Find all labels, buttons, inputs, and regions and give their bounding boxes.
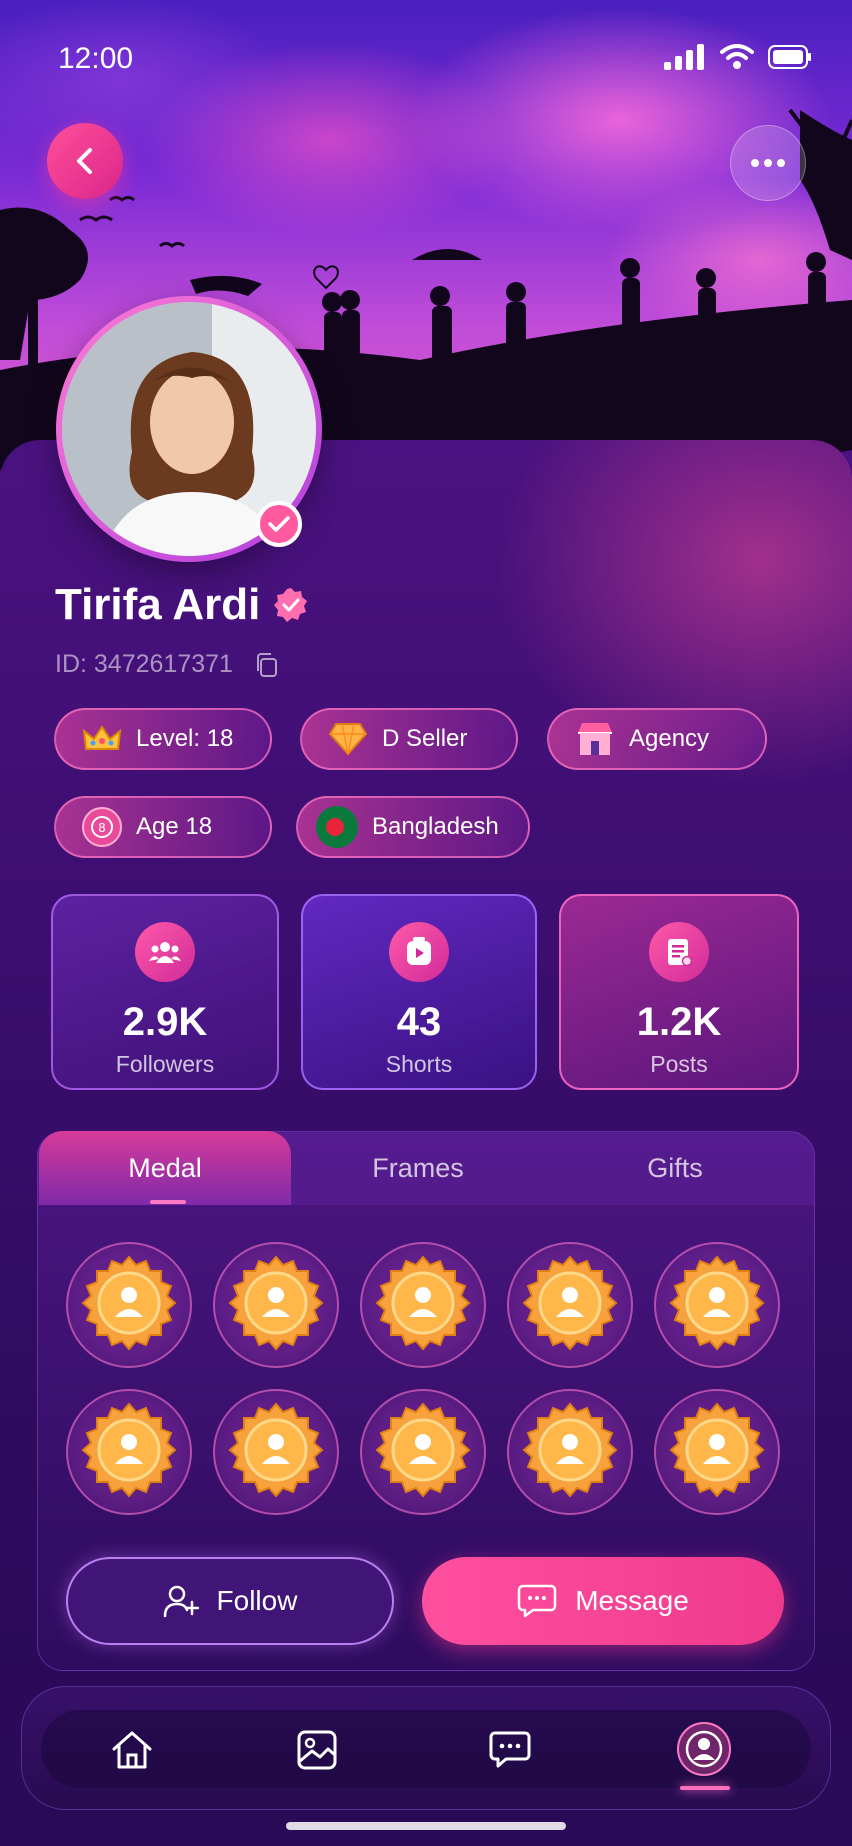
medal-item[interactable] <box>213 1242 339 1368</box>
chip-country-label: Bangladesh <box>372 813 499 840</box>
chip-country[interactable]: Bangladesh <box>296 796 530 858</box>
follow-label: Follow <box>216 1585 298 1616</box>
flag-icon <box>316 806 358 848</box>
medal-item[interactable] <box>507 1389 633 1515</box>
profile-id: ID: 3472617371 <box>55 650 233 678</box>
medal-icon <box>81 1255 177 1355</box>
message-icon <box>517 1584 557 1618</box>
status-bar: 12:00 <box>0 36 852 86</box>
diamond-icon <box>328 719 368 759</box>
medal-item[interactable] <box>507 1242 633 1368</box>
nav-gallery[interactable] <box>287 1720 347 1780</box>
chip-seller[interactable]: D Seller <box>300 708 518 770</box>
stat-followers[interactable]: 2.9K Followers <box>51 894 279 1090</box>
video-icon <box>389 922 449 982</box>
medal-icon <box>669 1402 765 1502</box>
message-button[interactable]: Message <box>422 1557 784 1645</box>
battery-icon <box>768 45 811 69</box>
tab-gifts[interactable]: Gifts <box>545 1131 805 1205</box>
profile-id-row: ID: 3472617371 <box>55 650 279 679</box>
age-icon: 8 <box>82 807 122 847</box>
more-options-button[interactable] <box>730 125 806 201</box>
status-time: 12:00 <box>58 42 134 75</box>
gallery-icon <box>297 1730 337 1770</box>
medal-item[interactable] <box>66 1242 192 1368</box>
more-horizontal-icon <box>751 159 785 167</box>
wifi-icon <box>720 44 754 69</box>
medal-icon <box>522 1402 618 1502</box>
profile-icon <box>685 1730 723 1768</box>
stat-posts-label: Posts <box>650 1051 708 1077</box>
tab-active-indicator <box>150 1200 186 1204</box>
document-icon <box>649 922 709 982</box>
medal-item[interactable] <box>66 1389 192 1515</box>
stat-followers-label: Followers <box>115 1051 215 1077</box>
users-icon <box>135 922 195 982</box>
follow-button[interactable]: Follow <box>66 1557 394 1645</box>
stat-shorts[interactable]: 43 Shorts <box>301 894 537 1090</box>
stat-posts-value: 1.2K <box>636 1000 722 1044</box>
medal-icon <box>669 1255 765 1355</box>
stat-followers-value: 2.9K <box>122 1000 208 1044</box>
chip-agency[interactable]: Agency <box>547 708 767 770</box>
tab-medal[interactable]: Medal <box>39 1131 291 1205</box>
nav-profile[interactable] <box>677 1722 731 1776</box>
chip-seller-label: D Seller <box>382 725 468 752</box>
copy-icon[interactable] <box>255 652 279 678</box>
profile-name-row: Tirifa Ardi <box>55 580 310 630</box>
home-icon <box>112 1731 152 1769</box>
medal-item[interactable] <box>360 1242 486 1368</box>
medal-icon <box>522 1255 618 1355</box>
back-button[interactable] <box>47 123 123 199</box>
medal-item[interactable] <box>654 1242 780 1368</box>
medal-icon <box>228 1402 324 1502</box>
check-icon <box>268 516 290 532</box>
medal-item[interactable] <box>360 1389 486 1515</box>
profile-name: Tirifa Ardi <box>55 580 261 629</box>
nav-active-indicator <box>680 1786 730 1790</box>
chevron-left-icon <box>77 148 92 174</box>
crown-icon <box>82 719 122 759</box>
medal-item[interactable] <box>654 1389 780 1515</box>
medal-icon <box>375 1402 471 1502</box>
store-icon <box>575 719 615 759</box>
nav-chat[interactable] <box>480 1720 540 1780</box>
medal-icon <box>375 1255 471 1355</box>
add-user-icon <box>163 1585 199 1618</box>
medal-icon <box>81 1402 177 1502</box>
svg-text:8: 8 <box>98 821 106 835</box>
chip-level-label: Level: 18 <box>136 725 234 752</box>
home-indicator <box>286 1822 566 1830</box>
chip-agency-label: Agency <box>629 725 710 752</box>
chip-level[interactable]: Level: 18 <box>54 708 272 770</box>
stat-posts[interactable]: 1.2K Posts <box>559 894 799 1090</box>
medal-item[interactable] <box>213 1389 339 1515</box>
message-label: Message <box>575 1585 689 1616</box>
chip-age-label: Age 18 <box>136 813 213 840</box>
chip-age[interactable]: 8 Age 18 <box>54 796 272 858</box>
verified-icon <box>274 588 308 622</box>
avatar-verified-badge <box>256 501 302 547</box>
stat-shorts-label: Shorts <box>385 1051 453 1077</box>
stat-shorts-value: 43 <box>396 1000 442 1044</box>
tab-frames[interactable]: Frames <box>291 1131 545 1205</box>
chat-icon <box>489 1731 531 1768</box>
medal-icon <box>228 1255 324 1355</box>
signal-icon <box>664 44 704 70</box>
profile-screen: 12:00 Tirifa Ardi ID: 3472617371 Level: … <box>0 0 852 1846</box>
nav-home[interactable] <box>102 1720 162 1780</box>
